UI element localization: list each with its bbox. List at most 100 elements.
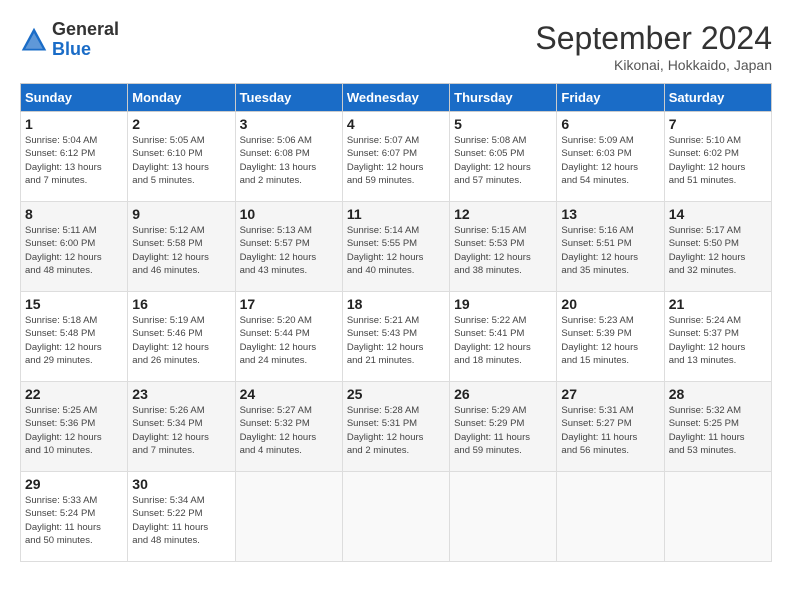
calendar-row: 1Sunrise: 5:04 AM Sunset: 6:12 PM Daylig… xyxy=(21,112,772,202)
table-row: 9 Sunrise: 5:12 AM Sunset: 5:58 PM Daylig… xyxy=(128,202,235,292)
col-saturday: Saturday xyxy=(664,84,771,112)
table-row: 4 Sunrise: 5:07 AM Sunset: 6:07 PM Daylig… xyxy=(342,112,449,202)
day-info: Sunrise: 5:32 AM Sunset: 5:25 PM Dayligh… xyxy=(669,404,767,457)
day-number: 16 xyxy=(132,296,230,312)
table-row: 19Sunrise: 5:22 AM Sunset: 5:41 PM Dayli… xyxy=(450,292,557,382)
day-number: 4 xyxy=(347,116,445,132)
day-info: Sunrise: 5:31 AM Sunset: 5:27 PM Dayligh… xyxy=(561,404,659,457)
day-number: 3 xyxy=(240,116,338,132)
day-info: Sunrise: 5:06 AM Sunset: 6:08 PM Dayligh… xyxy=(240,134,338,187)
day-number: 22 xyxy=(25,386,123,402)
table-row: 15 Sunrise: 5:18 AM Sunset: 5:48 PM Dayli… xyxy=(21,292,128,382)
day-number: 11 xyxy=(347,206,445,222)
page-header: General Blue September 2024 Kikonai, Hok… xyxy=(20,20,772,73)
day-info: Sunrise: 5:19 AM Sunset: 5:46 PM Dayligh… xyxy=(132,314,230,367)
table-row: 26 Sunrise: 5:29 AM Sunset: 5:29 PM Dayli… xyxy=(450,382,557,472)
table-row: 28Sunrise: 5:32 AM Sunset: 5:25 PM Dayli… xyxy=(664,382,771,472)
table-row: 11 Sunrise: 5:14 AM Sunset: 5:55 PM Dayli… xyxy=(342,202,449,292)
day-info: Sunrise: 5:25 AM Sunset: 5:36 PM Dayligh… xyxy=(25,404,123,457)
day-number: 6 xyxy=(561,116,659,132)
table-row: 5Sunrise: 5:08 AM Sunset: 6:05 PM Daylig… xyxy=(450,112,557,202)
col-friday: Friday xyxy=(557,84,664,112)
logo-text: General Blue xyxy=(52,20,119,60)
table-row: 16 Sunrise: 5:19 AM Sunset: 5:46 PM Dayli… xyxy=(128,292,235,382)
table-row: 20Sunrise: 5:23 AM Sunset: 5:39 PM Dayli… xyxy=(557,292,664,382)
calendar-row: 22 Sunrise: 5:25 AM Sunset: 5:36 PM Dayli… xyxy=(21,382,772,472)
day-info: Sunrise: 5:18 AM Sunset: 5:48 PM Dayligh… xyxy=(25,314,123,367)
table-row: 22 Sunrise: 5:25 AM Sunset: 5:36 PM Dayli… xyxy=(21,382,128,472)
day-number: 21 xyxy=(669,296,767,312)
day-info: Sunrise: 5:10 AM Sunset: 6:02 PM Dayligh… xyxy=(669,134,767,187)
table-row: 23 Sunrise: 5:26 AM Sunset: 5:34 PM Dayli… xyxy=(128,382,235,472)
day-number: 17 xyxy=(240,296,338,312)
table-row: 3 Sunrise: 5:06 AM Sunset: 6:08 PM Daylig… xyxy=(235,112,342,202)
table-row: 27 Sunrise: 5:31 AM Sunset: 5:27 PM Dayli… xyxy=(557,382,664,472)
day-number: 9 xyxy=(132,206,230,222)
table-row: 29 Sunrise: 5:33 AM Sunset: 5:24 PM Dayli… xyxy=(21,472,128,562)
day-number: 30 xyxy=(132,476,230,492)
logo-blue: Blue xyxy=(52,39,91,59)
table-row: 8Sunrise: 5:11 AM Sunset: 6:00 PM Daylig… xyxy=(21,202,128,292)
table-row: 14 Sunrise: 5:17 AM Sunset: 5:50 PM Dayli… xyxy=(664,202,771,292)
col-thursday: Thursday xyxy=(450,84,557,112)
table-row: 25 Sunrise: 5:28 AM Sunset: 5:31 PM Dayli… xyxy=(342,382,449,472)
logo-general: General xyxy=(52,19,119,39)
table-row: 2Sunrise: 5:05 AM Sunset: 6:10 PM Daylig… xyxy=(128,112,235,202)
day-number: 18 xyxy=(347,296,445,312)
day-info: Sunrise: 5:07 AM Sunset: 6:07 PM Dayligh… xyxy=(347,134,445,187)
header-row: Sunday Monday Tuesday Wednesday Thursday… xyxy=(21,84,772,112)
table-row: 17 Sunrise: 5:20 AM Sunset: 5:44 PM Dayli… xyxy=(235,292,342,382)
day-info: Sunrise: 5:33 AM Sunset: 5:24 PM Dayligh… xyxy=(25,494,123,547)
day-info: Sunrise: 5:12 AM Sunset: 5:58 PM Dayligh… xyxy=(132,224,230,277)
table-row: 18Sunrise: 5:21 AM Sunset: 5:43 PM Dayli… xyxy=(342,292,449,382)
day-number: 14 xyxy=(669,206,767,222)
day-number: 25 xyxy=(347,386,445,402)
day-info: Sunrise: 5:15 AM Sunset: 5:53 PM Dayligh… xyxy=(454,224,552,277)
logo-icon xyxy=(20,26,48,54)
day-info: Sunrise: 5:11 AM Sunset: 6:00 PM Dayligh… xyxy=(25,224,123,277)
day-number: 15 xyxy=(25,296,123,312)
col-wednesday: Wednesday xyxy=(342,84,449,112)
table-row: 7 Sunrise: 5:10 AM Sunset: 6:02 PM Daylig… xyxy=(664,112,771,202)
day-info: Sunrise: 5:17 AM Sunset: 5:50 PM Dayligh… xyxy=(669,224,767,277)
day-info: Sunrise: 5:29 AM Sunset: 5:29 PM Dayligh… xyxy=(454,404,552,457)
table-row xyxy=(450,472,557,562)
day-number: 1 xyxy=(25,116,123,132)
day-info: Sunrise: 5:05 AM Sunset: 6:10 PM Dayligh… xyxy=(132,134,230,187)
day-number: 7 xyxy=(669,116,767,132)
day-number: 12 xyxy=(454,206,552,222)
calendar-table: Sunday Monday Tuesday Wednesday Thursday… xyxy=(20,83,772,562)
calendar-row: 29 Sunrise: 5:33 AM Sunset: 5:24 PM Dayli… xyxy=(21,472,772,562)
day-info: Sunrise: 5:14 AM Sunset: 5:55 PM Dayligh… xyxy=(347,224,445,277)
day-number: 10 xyxy=(240,206,338,222)
day-info: Sunrise: 5:13 AM Sunset: 5:57 PM Dayligh… xyxy=(240,224,338,277)
day-info: Sunrise: 5:28 AM Sunset: 5:31 PM Dayligh… xyxy=(347,404,445,457)
day-info: Sunrise: 5:09 AM Sunset: 6:03 PM Dayligh… xyxy=(561,134,659,187)
day-info: Sunrise: 5:24 AM Sunset: 5:37 PM Dayligh… xyxy=(669,314,767,367)
day-number: 20 xyxy=(561,296,659,312)
calendar-row: 15 Sunrise: 5:18 AM Sunset: 5:48 PM Dayli… xyxy=(21,292,772,382)
day-number: 24 xyxy=(240,386,338,402)
logo: General Blue xyxy=(20,20,119,60)
day-info: Sunrise: 5:08 AM Sunset: 6:05 PM Dayligh… xyxy=(454,134,552,187)
table-row xyxy=(235,472,342,562)
day-info: Sunrise: 5:16 AM Sunset: 5:51 PM Dayligh… xyxy=(561,224,659,277)
month-title: September 2024 xyxy=(535,20,772,57)
table-row xyxy=(664,472,771,562)
col-monday: Monday xyxy=(128,84,235,112)
title-block: September 2024 Kikonai, Hokkaido, Japan xyxy=(535,20,772,73)
table-row: 6 Sunrise: 5:09 AM Sunset: 6:03 PM Daylig… xyxy=(557,112,664,202)
location-subtitle: Kikonai, Hokkaido, Japan xyxy=(535,57,772,73)
day-info: Sunrise: 5:26 AM Sunset: 5:34 PM Dayligh… xyxy=(132,404,230,457)
table-row xyxy=(342,472,449,562)
day-number: 26 xyxy=(454,386,552,402)
table-row: 12 Sunrise: 5:15 AM Sunset: 5:53 PM Dayli… xyxy=(450,202,557,292)
day-number: 27 xyxy=(561,386,659,402)
col-sunday: Sunday xyxy=(21,84,128,112)
day-number: 23 xyxy=(132,386,230,402)
day-info: Sunrise: 5:27 AM Sunset: 5:32 PM Dayligh… xyxy=(240,404,338,457)
day-number: 29 xyxy=(25,476,123,492)
table-row: 1Sunrise: 5:04 AM Sunset: 6:12 PM Daylig… xyxy=(21,112,128,202)
day-info: Sunrise: 5:20 AM Sunset: 5:44 PM Dayligh… xyxy=(240,314,338,367)
table-row: 10 Sunrise: 5:13 AM Sunset: 5:57 PM Dayli… xyxy=(235,202,342,292)
